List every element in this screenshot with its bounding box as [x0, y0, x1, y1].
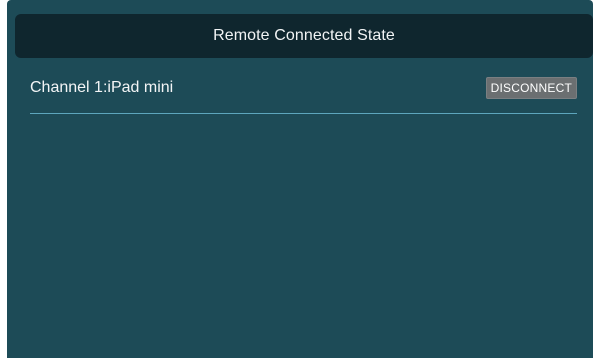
- channel-row: Channel 1:iPad mini DISCONNECT: [30, 70, 577, 106]
- remote-state-panel: Remote Connected State Channel 1:iPad mi…: [7, 0, 593, 358]
- panel-header: Remote Connected State: [15, 14, 593, 58]
- panel-title: Remote Connected State: [213, 27, 395, 44]
- disconnect-button[interactable]: DISCONNECT: [485, 77, 577, 99]
- channel-label: Channel 1:iPad mini: [30, 79, 174, 96]
- channel-divider: [30, 113, 577, 114]
